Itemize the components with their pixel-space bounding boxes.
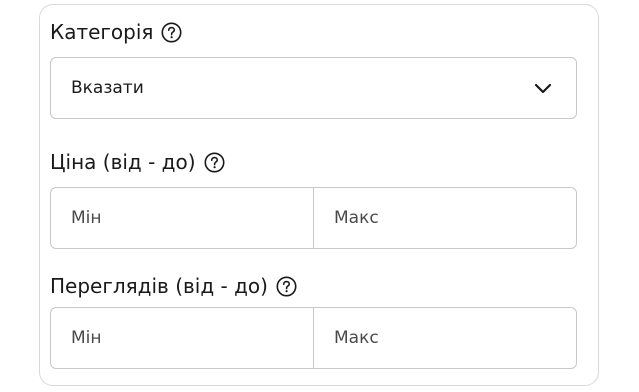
- price-label: Ціна (від - до): [50, 150, 196, 174]
- price-range: [50, 187, 577, 249]
- category-label-row: Категорія: [50, 20, 182, 44]
- price-label-row: Ціна (від - до): [50, 150, 225, 174]
- price-max-input[interactable]: [314, 188, 576, 248]
- price-min-input[interactable]: [51, 188, 313, 248]
- views-range: [50, 307, 577, 369]
- question-circle-icon[interactable]: [276, 276, 297, 297]
- views-min-input[interactable]: [51, 308, 313, 368]
- category-select-value: Вказати: [71, 78, 144, 98]
- views-max-input[interactable]: [314, 308, 576, 368]
- chevron-down-icon: [534, 82, 552, 94]
- category-label: Категорія: [50, 20, 154, 44]
- question-circle-icon[interactable]: [161, 22, 182, 43]
- category-select[interactable]: Вказати: [50, 57, 577, 119]
- views-label-row: Переглядів (від - до): [50, 274, 297, 298]
- views-label: Переглядів (від - до): [50, 274, 268, 298]
- question-circle-icon[interactable]: [204, 152, 225, 173]
